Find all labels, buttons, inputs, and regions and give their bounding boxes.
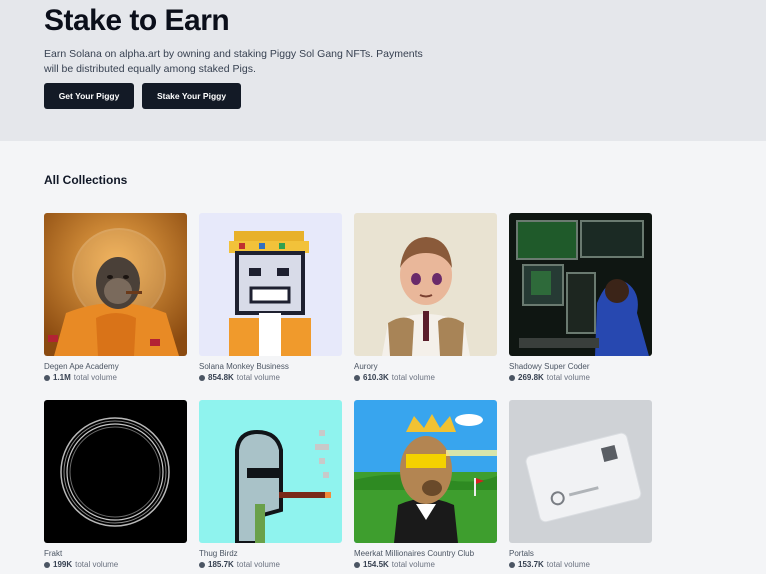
solana-icon xyxy=(44,374,50,381)
collection-name: Degen Ape Academy xyxy=(44,362,119,371)
collection-image[interactable] xyxy=(199,400,342,543)
collection-image[interactable] xyxy=(44,213,187,356)
collection-volume: 1.1M total volume xyxy=(44,373,187,382)
solana-icon xyxy=(44,561,50,568)
collection-volume: 854.8K total volume xyxy=(199,373,342,382)
collection-card-thug-birdz[interactable]: Thug Birdz 185.7K total volume xyxy=(199,400,342,569)
collection-name: Shadowy Super Coder xyxy=(509,362,590,371)
collection-volume: 199K total volume xyxy=(44,560,187,569)
page-title: Stake to Earn xyxy=(44,4,230,37)
collection-card-degen-ape-academy[interactable]: Degen Ape Academy 1.1M total volume xyxy=(44,213,187,382)
get-your-piggy-button[interactable]: Get Your Piggy xyxy=(44,83,134,109)
collection-volume: 154.5K total volume xyxy=(354,560,497,569)
solana-icon xyxy=(509,561,515,568)
collection-name: Solana Monkey Business xyxy=(199,362,289,371)
solana-icon xyxy=(354,374,360,381)
collection-name: Aurory xyxy=(354,362,378,371)
collection-name: Portals xyxy=(509,549,534,558)
stake-your-piggy-button[interactable]: Stake Your Piggy xyxy=(142,83,241,109)
collection-volume: 610.3K total volume xyxy=(354,373,497,382)
collection-image[interactable] xyxy=(509,213,652,356)
solana-icon xyxy=(199,561,205,568)
collection-volume: 269.8K total volume xyxy=(509,373,652,382)
collection-image[interactable] xyxy=(509,400,652,543)
hero-description: Earn Solana on alpha.art by owning and s… xyxy=(44,48,423,75)
collection-volume: 185.7K total volume xyxy=(199,560,342,569)
collection-card-shadowy-super-coder[interactable]: Shadowy Super Coder 269.8K total volume xyxy=(509,213,652,382)
hero-banner: Stake to Earn Earn Solana on alpha.art b… xyxy=(0,0,766,141)
solana-icon xyxy=(354,561,360,568)
solana-icon xyxy=(509,374,515,381)
collection-name: Meerkat Millionaires Country Club xyxy=(354,549,475,558)
collection-card-meerkat-millionaires[interactable]: Meerkat Millionaires Country Club 154.5K… xyxy=(354,400,497,569)
collection-card-portals[interactable]: Portals 153.7K total volume xyxy=(509,400,652,569)
section-title: All Collections xyxy=(44,173,128,187)
collection-image[interactable] xyxy=(44,400,187,543)
collection-image[interactable] xyxy=(354,400,497,543)
collection-card-frakt[interactable]: Frakt 199K total volume xyxy=(44,400,187,569)
collection-volume: 153.7K total volume xyxy=(509,560,652,569)
collection-card-aurory[interactable]: Aurory 610.3K total volume xyxy=(354,213,497,382)
solana-icon xyxy=(199,374,205,381)
collection-name: Thug Birdz xyxy=(199,549,238,558)
collection-image[interactable] xyxy=(199,213,342,356)
collection-card-solana-monkey-business[interactable]: Solana Monkey Business 854.8K total volum… xyxy=(199,213,342,382)
collection-name: Frakt xyxy=(44,549,63,558)
collection-image[interactable] xyxy=(354,213,497,356)
